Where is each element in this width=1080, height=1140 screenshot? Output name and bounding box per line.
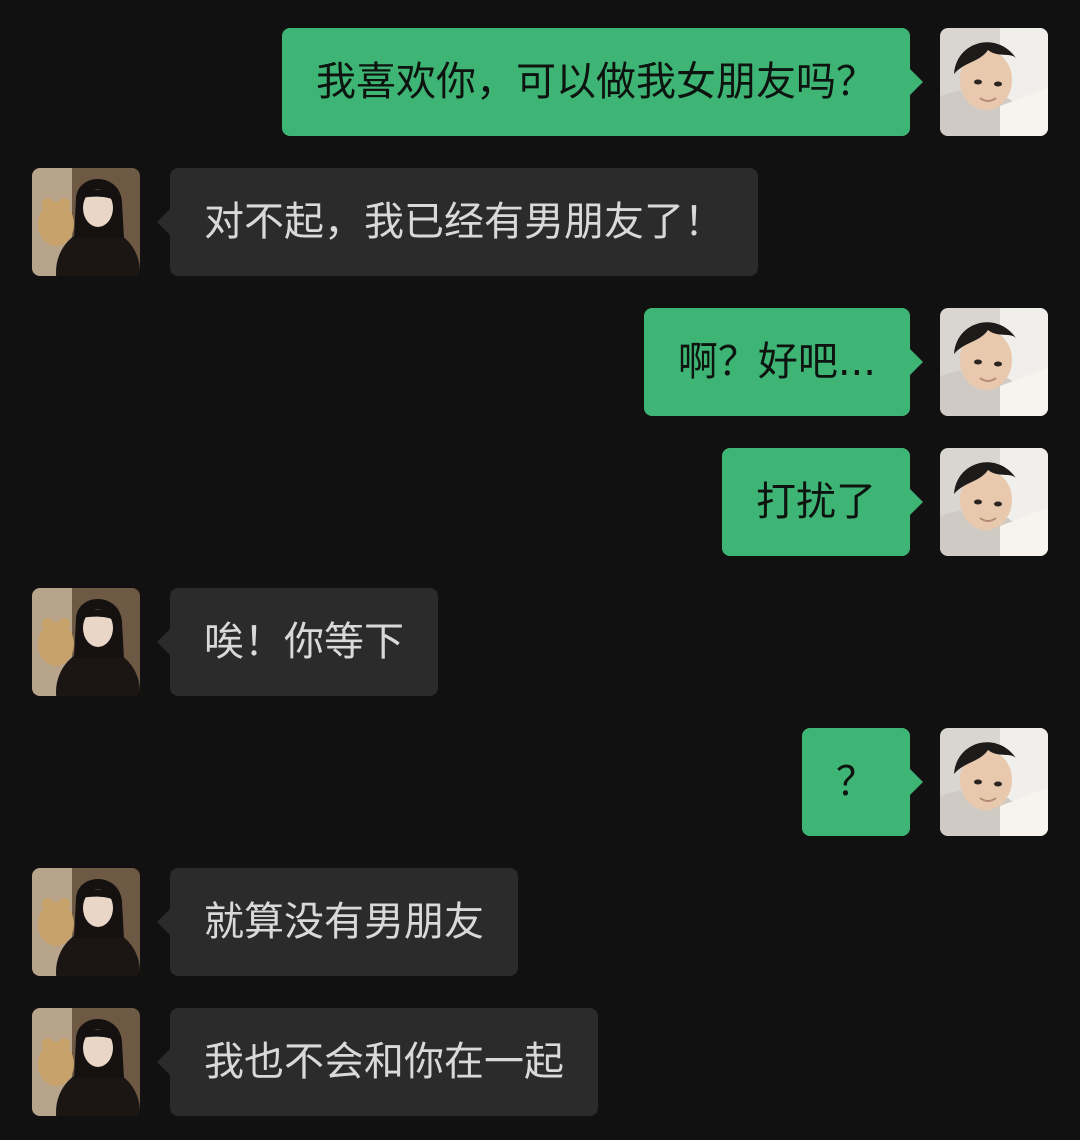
message-bubble[interactable]: 对不起，我已经有男朋友了！ bbox=[157, 168, 758, 276]
chat-message-list[interactable]: 我喜欢你，可以做我女朋友吗？ 对不起，我已经有男朋友了！ 啊？好吧... 打扰了… bbox=[0, 0, 1080, 1140]
contact-avatar[interactable] bbox=[32, 1008, 140, 1116]
girl-avatar-icon bbox=[32, 168, 140, 276]
message-bubble[interactable]: 我也不会和你在一起 bbox=[157, 1008, 598, 1116]
message-row-outgoing: 打扰了 bbox=[0, 448, 1080, 556]
girl-avatar-icon bbox=[32, 588, 140, 696]
boy-avatar-icon bbox=[940, 448, 1048, 556]
boy-avatar-icon bbox=[940, 28, 1048, 136]
girl-avatar-icon bbox=[32, 1008, 140, 1116]
my-avatar[interactable] bbox=[940, 28, 1048, 136]
message-row-outgoing: ？ bbox=[0, 728, 1080, 836]
contact-avatar[interactable] bbox=[32, 868, 140, 976]
message-bubble[interactable]: 啊？好吧... bbox=[643, 308, 924, 416]
boy-avatar-icon bbox=[940, 728, 1048, 836]
my-avatar[interactable] bbox=[940, 308, 1048, 416]
boy-avatar-icon bbox=[940, 308, 1048, 416]
contact-avatar[interactable] bbox=[32, 588, 140, 696]
girl-avatar-icon bbox=[32, 868, 140, 976]
message-bubble[interactable]: ？ bbox=[802, 728, 923, 836]
message-bubble[interactable]: 我喜欢你，可以做我女朋友吗？ bbox=[282, 28, 923, 136]
message-row-incoming: 我也不会和你在一起 bbox=[0, 1008, 1080, 1116]
message-row-incoming: 对不起，我已经有男朋友了！ bbox=[0, 168, 1080, 276]
message-row-incoming: 就算没有男朋友 bbox=[0, 868, 1080, 976]
message-row-outgoing: 我喜欢你，可以做我女朋友吗？ bbox=[0, 28, 1080, 136]
message-row-incoming: 唉！你等下 bbox=[0, 588, 1080, 696]
my-avatar[interactable] bbox=[940, 728, 1048, 836]
my-avatar[interactable] bbox=[940, 448, 1048, 556]
message-bubble[interactable]: 就算没有男朋友 bbox=[157, 868, 518, 976]
message-bubble[interactable]: 唉！你等下 bbox=[157, 588, 438, 696]
message-row-outgoing: 啊？好吧... bbox=[0, 308, 1080, 416]
contact-avatar[interactable] bbox=[32, 168, 140, 276]
message-bubble[interactable]: 打扰了 bbox=[722, 448, 923, 556]
